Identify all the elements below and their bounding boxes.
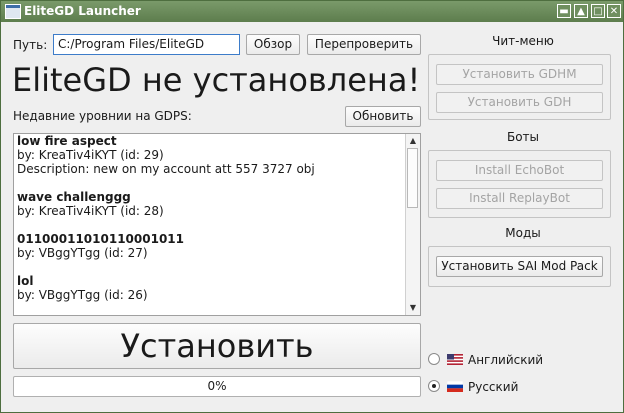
app-window-icon [5, 4, 21, 19]
scroll-down-icon[interactable]: ▼ [406, 301, 420, 315]
refresh-button[interactable]: Обновить [345, 106, 421, 127]
level-author: by: KreaTiv4iKYT (id: 28) [17, 204, 164, 218]
level-name: lol [17, 274, 34, 288]
maximize-icon[interactable]: □ [591, 4, 605, 18]
list-item[interactable]: wave challenggg by: KreaTiv4iKYT (id: 28… [17, 190, 405, 218]
recent-levels-label: Недавние уровнии на GDPS: [13, 109, 192, 123]
minimize-icon[interactable]: ▬ [557, 4, 571, 18]
english-label[interactable]: Английский [468, 353, 543, 367]
list-item[interactable]: low fire aspect by: KreaTiv4iKYT (id: 29… [17, 134, 405, 176]
level-name: 01100011010110001011 [17, 232, 184, 246]
progress-text: 0% [207, 379, 227, 393]
russian-radio[interactable] [428, 380, 440, 392]
cheat-menu-title: Чит-меню [492, 34, 554, 48]
level-name: low fire aspect [17, 134, 117, 148]
install-progress-bar: 0% [13, 376, 421, 397]
install-sai-mod-pack-button[interactable]: Установить SAI Mod Pack [436, 256, 603, 277]
scroll-up-icon[interactable]: ▲ [406, 134, 420, 148]
levels-scrollbar[interactable]: ▲ ▼ [405, 134, 420, 315]
level-name: wave challenggg [17, 190, 131, 204]
browse-button[interactable]: Обзор [246, 34, 300, 55]
list-item[interactable]: 01100011010110001011 by: VBggYTgg (id: 2… [17, 232, 405, 260]
list-item[interactable]: lol by: VBggYTgg (id: 26) [17, 274, 405, 302]
install-button[interactable]: Установить [13, 323, 421, 369]
english-radio[interactable] [428, 353, 440, 365]
russian-label[interactable]: Русский [468, 380, 518, 394]
window-title: EliteGD Launcher [24, 4, 141, 18]
path-label: Путь: [13, 38, 48, 52]
install-echobot-button[interactable]: Install EchoBot [436, 160, 603, 181]
install-status-headline: EliteGD не установлена! [12, 61, 421, 99]
level-author: by: VBggYTgg (id: 26) [17, 288, 148, 302]
install-replaybot-button[interactable]: Install ReplayBot [436, 188, 603, 209]
launcher-window: EliteGD Launcher ▬ ▲ □ ✕ Путь: C:/Progra… [0, 0, 624, 413]
level-author: by: VBggYTgg (id: 27) [17, 246, 148, 260]
russia-flag-icon [447, 381, 463, 392]
mods-title: Моды [505, 226, 541, 240]
install-gdhm-button[interactable]: Установить GDHM [436, 64, 603, 85]
recheck-button[interactable]: Перепроверить [307, 34, 421, 55]
level-description: Description: new on my account att 557 3… [17, 162, 315, 176]
close-icon[interactable]: ✕ [607, 4, 621, 18]
levels-list[interactable]: low fire aspect by: KreaTiv4iKYT (id: 29… [13, 133, 421, 316]
scrollbar-thumb[interactable] [407, 148, 418, 208]
level-author: by: KreaTiv4iKYT (id: 29) [17, 148, 164, 162]
path-input[interactable]: C:/Program Files/EliteGD [53, 34, 240, 55]
install-gdh-button[interactable]: Установить GDH [436, 92, 603, 113]
bots-title: Боты [506, 130, 540, 144]
shade-icon[interactable]: ▲ [574, 4, 588, 18]
us-flag-icon [447, 354, 463, 365]
title-bar: EliteGD Launcher ▬ ▲ □ ✕ [1, 1, 623, 22]
